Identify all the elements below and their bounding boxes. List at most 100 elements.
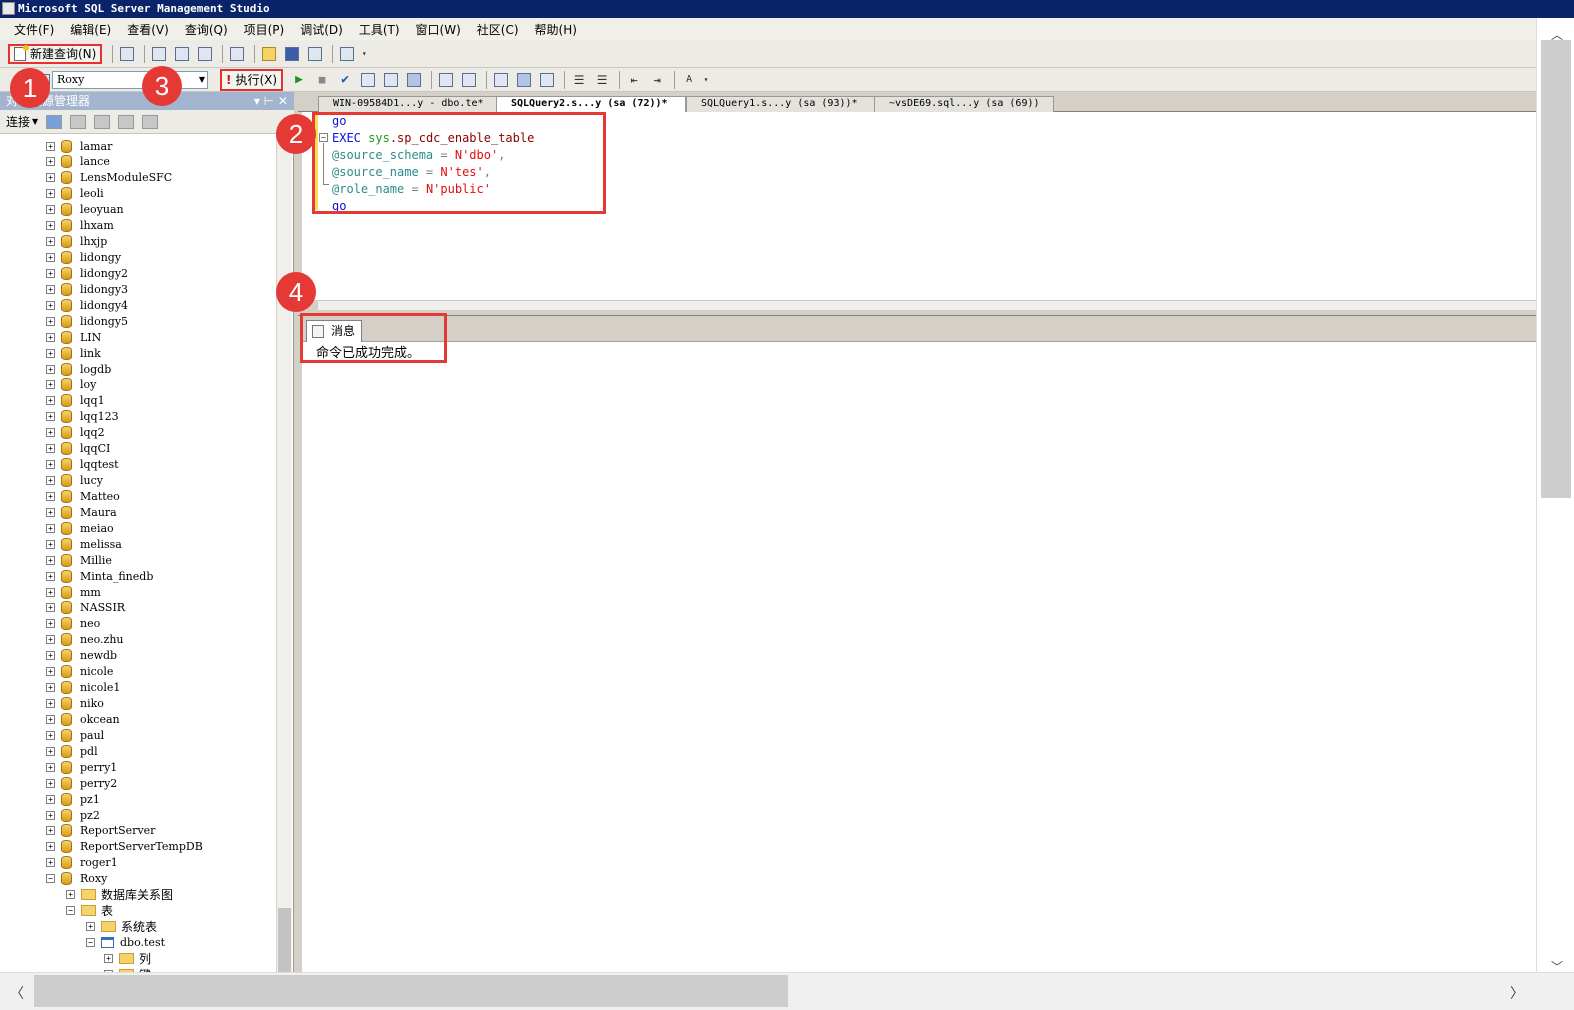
tree-node-database[interactable]: + pdl [46,743,98,759]
results-to-text-icon[interactable] [491,70,511,90]
tree-node-database[interactable]: + ReportServer [46,823,155,839]
expand-icon[interactable]: + [46,683,55,693]
tree-node-database[interactable]: + lqq123 [46,409,119,425]
expand-icon[interactable]: + [46,300,55,310]
tree-node-database[interactable]: + lidongy5 [46,313,128,329]
expand-icon[interactable]: + [46,141,55,151]
tree-node-system-tables[interactable]: + 系统表 [86,919,157,935]
expand-icon[interactable]: + [46,332,55,342]
menu-query[interactable]: 查询(Q) [177,21,236,38]
menu-tools[interactable]: 工具(T) [351,21,408,38]
tree-node-database[interactable]: + leoyuan [46,202,124,218]
tree-node-database[interactable]: + lqqtest [46,457,119,473]
tree-node-database[interactable]: + lamar [46,138,112,154]
tab-sqlquery2[interactable]: SQLQuery2.s...y (sa (72))* [496,96,686,113]
expand-icon[interactable]: + [46,380,55,390]
comment-icon[interactable]: ☰ [569,70,589,90]
tab-vsde69[interactable]: ~vsDE69.sql...y (sa (69)) [874,96,1054,112]
menu-file[interactable]: 文件(F) [6,21,62,38]
cancel-query-icon[interactable]: ■ [312,70,332,90]
editor-horizontal-scrollbar[interactable] [318,300,1536,310]
tree-node-database[interactable]: + lidongy2 [46,265,128,281]
expand-icon[interactable]: + [46,714,55,724]
display-plan-icon[interactable] [358,70,378,90]
expand-icon[interactable]: + [46,205,55,215]
tree-node-database[interactable]: + Maura [46,504,117,520]
add-item-icon[interactable] [227,44,247,64]
save-icon[interactable] [282,44,302,64]
expand-icon[interactable]: + [46,778,55,788]
tree-node-database[interactable]: + paul [46,727,104,743]
client-stats-icon[interactable] [459,70,479,90]
results-to-grid-icon[interactable] [514,70,534,90]
expand-icon[interactable]: + [46,157,55,167]
tree-node-database[interactable]: + okcean [46,711,120,727]
tree-node-database[interactable]: + nicole [46,664,113,680]
tree-node-database[interactable]: + neo.zhu [46,632,123,648]
results-to-file-icon[interactable] [537,70,557,90]
expand-icon[interactable]: + [46,348,55,358]
expand-icon[interactable]: + [46,826,55,836]
increase-indent-icon[interactable]: ⇥ [647,70,667,90]
expand-icon[interactable]: + [46,571,55,581]
tree-node-tables[interactable]: − 表 [66,903,113,919]
tree-node-database[interactable]: + neo [46,616,100,632]
menu-project[interactable]: 项目(P) [236,21,293,38]
activity-monitor-icon[interactable] [337,44,357,64]
expand-icon[interactable]: + [66,890,75,900]
tree-node-database[interactable]: + ReportServerTempDB [46,839,203,855]
expand-icon[interactable]: + [46,396,55,406]
tree-node-database[interactable]: + meiao [46,520,114,536]
expand-icon[interactable]: + [46,762,55,772]
collapse-icon[interactable]: − [86,938,95,947]
tree-node-database[interactable]: + lqq1 [46,393,105,409]
expand-icon[interactable]: + [104,953,113,963]
refresh-icon[interactable] [142,114,159,129]
tree-node-database[interactable]: − Roxy [46,871,107,887]
print-icon[interactable] [305,44,325,64]
expand-icon[interactable]: + [46,507,55,517]
tree-node-columns[interactable]: + 列 [104,950,151,966]
expand-icon[interactable]: + [46,539,55,549]
tree-node-database[interactable]: + lidongy [46,250,121,266]
expand-icon[interactable]: + [46,746,55,756]
expand-icon[interactable]: + [46,476,55,486]
collapse-icon[interactable]: − [66,906,75,916]
expand-icon[interactable]: + [46,173,55,183]
specify-values-icon[interactable]: A [679,70,699,90]
query-designer-icon[interactable] [381,70,401,90]
tree-node-database[interactable]: + LIN [46,329,101,345]
expand-icon[interactable]: + [46,284,55,294]
expand-icon[interactable]: + [46,587,55,597]
open-file-icon[interactable] [259,44,279,64]
tree-node-database[interactable]: + NASSIR [46,600,125,616]
tab-win-dbo-test[interactable]: WIN-09584D1...y - dbo.te* [318,96,498,112]
scroll-thumb[interactable] [278,908,291,972]
tree-node-database[interactable]: + loy [46,377,96,393]
tree-node-diagrams[interactable]: + 数据库关系图 [66,887,173,903]
parse-check-icon[interactable]: ✔ [335,70,355,90]
tree-node-database[interactable]: + melissa [46,536,122,552]
tree-node-database[interactable]: + LensModuleSFC [46,170,172,186]
expand-icon[interactable]: + [86,922,95,932]
tree-node-database[interactable]: + perry1 [46,759,117,775]
stop-icon[interactable] [94,114,111,129]
collapse-icon[interactable]: − [46,874,55,884]
page-vertical-scrollbar[interactable]: ︿ ﹀ [1536,18,1574,974]
expand-icon[interactable]: + [46,619,55,629]
new-query-button[interactable]: 新建查询(N) [8,43,103,64]
chevron-right-icon[interactable]: 〉 [1510,983,1524,1003]
database-engine-query-icon[interactable] [149,44,169,64]
tree-node-table[interactable]: − dbo.test [86,935,165,951]
available-databases-dropdown[interactable]: Roxy ▼ [52,70,208,89]
page-horizontal-scrollbar[interactable]: 〈 〉 [0,972,1574,1010]
tree-node-database[interactable]: + lqq2 [46,425,105,441]
xmla-query-icon[interactable] [195,44,215,64]
debug-play-icon[interactable]: ▶ [289,70,309,90]
tree-node-database[interactable]: + lhxjp [46,234,107,250]
tree-node-database[interactable]: + pz1 [46,791,100,807]
chevron-down-icon[interactable]: ▼ [32,117,38,126]
expand-icon[interactable]: + [46,667,55,677]
chevron-left-icon[interactable]: 〈 [10,983,24,1003]
analysis-query-icon[interactable] [172,44,192,64]
